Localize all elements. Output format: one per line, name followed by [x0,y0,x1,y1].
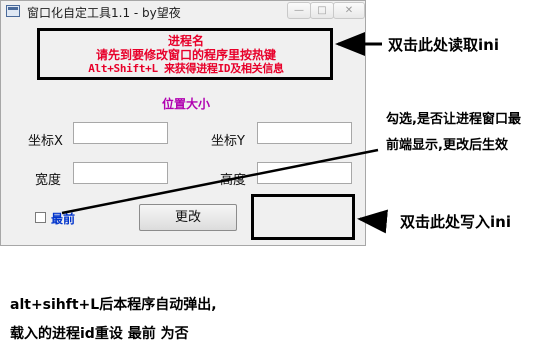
bottom-note-line2: 载入的进程id重设 最前 为否 [10,326,189,342]
screenshot-stage: 窗口化自定工具1.1 - by望夜 — □ ✕ 进程名 请先到要修改窗口的程序里… [0,0,556,361]
topmost-note-line2: 前端显示,更改后生效 [386,138,508,153]
topmost-pointer-line [61,148,379,215]
bottom-note-line1: alt+sihft+L后本程序自动弹出, [10,297,217,313]
arrow-icon [357,209,388,234]
topmost-note-line1: 勾选,是否让进程窗口最 [386,112,521,127]
read-ini-note: 双击此处读取ini [388,36,499,54]
write-ini-note: 双击此处写入ini [400,213,511,231]
